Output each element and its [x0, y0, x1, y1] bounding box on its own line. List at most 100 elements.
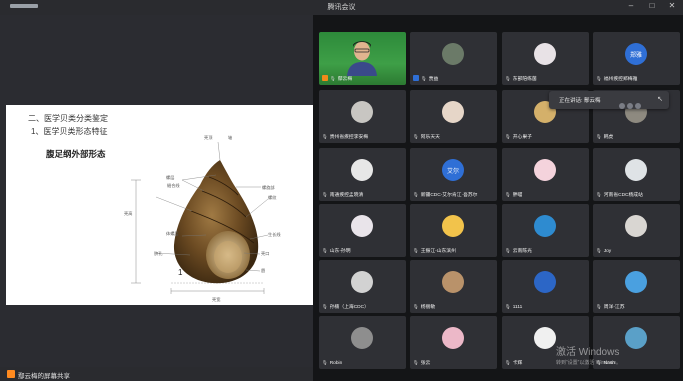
snail-shell-diagram: 壳顶 轴 螺层 缝合线 螺旋部 螺纹 壳高 体螺层 生长线 脐孔 壳口 唇 壳宽…: [124, 134, 281, 303]
participant-name: 🎙 河南省CDC杨成站: [596, 191, 643, 198]
participant-name-text: 南通疾控孟晓清: [329, 193, 364, 198]
participant-tile[interactable]: 艾尔 🎙 新疆CDC-艾尔肯江·吾苏尔: [410, 148, 497, 201]
avatar: [534, 215, 556, 237]
avatar: [534, 271, 556, 293]
mic-icon: 🎙: [322, 360, 328, 365]
participant-tile[interactable]: 🎙 王振江-山东滨州: [410, 204, 497, 257]
mic-icon: 🎙: [322, 134, 328, 139]
participant-name: 🎙 卡辉: [505, 359, 522, 366]
label-number: 1: [178, 268, 183, 277]
participant-tile[interactable]: 🎙 鄢云梅: [319, 32, 406, 85]
label-axis: 轴: [228, 134, 232, 141]
participant-tile[interactable]: 🎙 云南陈光: [502, 204, 589, 257]
label-shell-height: 壳高: [124, 210, 132, 217]
participant-tile[interactable]: 🎙 Robin: [319, 316, 406, 369]
avatar: [442, 101, 464, 123]
participant-tile[interactable]: 🎙 河南省CDC杨成站: [593, 148, 680, 201]
mic-icon: 🎙: [413, 192, 419, 197]
avatar: [625, 271, 647, 293]
participant-tile[interactable]: 🎙 1111: [502, 260, 589, 313]
participant-name: 🎙 Joy: [596, 248, 611, 254]
participant-name: 🎙 新疆CDC-艾尔肯江·吾苏尔: [413, 191, 477, 198]
avatar: 郑雅: [625, 43, 647, 65]
participant-tile[interactable]: 🎙 贾益: [410, 32, 497, 85]
watermark-line2: 转到“设置”以激活 Windows。: [556, 360, 622, 366]
speaking-avatars: [619, 96, 643, 114]
participant-tile[interactable]: 🎙 贵州省疾控李安梅: [319, 90, 406, 143]
mic-icon: 🎙: [505, 248, 511, 253]
participant-name: 🎙 贵州省疾控李安梅: [322, 133, 368, 140]
participant-tile[interactable]: 🎙 杨丽敏: [410, 260, 497, 313]
participant-name-text: 东部陪练菌: [512, 77, 537, 82]
mic-icon: 🎙: [322, 192, 328, 197]
participant-name-text: 贵州省疾控李安梅: [329, 135, 369, 140]
avatar: [351, 101, 373, 123]
participant-tile[interactable]: 🎙 周洋-江苏: [593, 260, 680, 313]
mic-icon: 🎙: [596, 134, 602, 139]
mic-icon: 🎙: [322, 304, 328, 309]
participant-name: 🎙 鄢云梅: [322, 75, 352, 82]
speaking-indicator: 正在讲话: 鄢云梅 ↖: [549, 91, 669, 109]
participant-tile[interactable]: 🎙 孙楠（上海CDC）: [319, 260, 406, 313]
participant-tile[interactable]: 🎙 张云: [410, 316, 497, 369]
participant-name: 🎙 王振江-山东滨州: [413, 247, 456, 254]
participant-name-text: 贾益: [428, 77, 439, 82]
avatar: [625, 327, 647, 349]
participant-tile[interactable]: 🎙 胖喵: [502, 148, 589, 201]
participant-name: 🎙 贾益: [413, 75, 438, 82]
close-button[interactable]: ✕: [665, 1, 679, 10]
participant-name-text: 张云: [420, 361, 431, 366]
mic-icon: 🎙: [330, 76, 336, 81]
presentation-slide: 二、医学贝类分类鉴定 1、医学贝类形态特征 腹足纲外部形态 壳顶 轴 螺层 缝合…: [6, 105, 313, 305]
participant-name-text: Robin: [329, 361, 343, 366]
shared-screen[interactable]: 二、医学贝类分类鉴定 1、医学贝类形态特征 腹足纲外部形态 壳顶 轴 螺层 缝合…: [0, 15, 313, 367]
participant-name: 🎙 东部陪练菌: [505, 75, 537, 82]
label-umbilicus: 脐孔: [154, 250, 163, 257]
share-icon: [7, 370, 15, 378]
participant-name: 🎙 胖喵: [505, 191, 522, 198]
mic-icon: 🎙: [596, 192, 602, 197]
participant-name-text: 杨丽敏: [420, 305, 436, 310]
participant-name: 🎙 开心果子: [505, 133, 532, 140]
participant-tile[interactable]: 🎙 阿乐天天: [410, 90, 497, 143]
participant-name-text: 孙楠（上海CDC）: [329, 305, 369, 310]
label-body-whorl: 体螺层: [166, 230, 179, 237]
mic-icon: 🎙: [596, 304, 602, 309]
mic-icon: 🎙: [505, 360, 511, 365]
participant-name-text: 周洋-江苏: [603, 305, 625, 310]
avatar: [351, 215, 373, 237]
avatar: [534, 327, 556, 349]
windows-activation-watermark: 激活 Windows 转到“设置”以激活 Windows。: [556, 343, 621, 366]
share-label: 鄢云梅的屏幕共享: [18, 373, 70, 380]
label-suture: 缝合线: [167, 182, 180, 189]
participant-tile[interactable]: 🎙 Joy: [593, 204, 680, 257]
minimize-button[interactable]: –: [624, 1, 638, 10]
mic-icon: 🎙: [413, 304, 419, 309]
participant-name: 🎙 南通疾控孟晓清: [322, 191, 363, 198]
title-bar: 腾讯会议 – □ ✕: [0, 0, 683, 15]
participant-name: 🎙 张云: [413, 359, 430, 366]
participant-tile[interactable]: 郑雅 🎙 福州疾控郑梅雅: [593, 32, 680, 85]
participant-name: 🎙 福州疾控郑梅雅: [596, 75, 637, 82]
avatar: [351, 271, 373, 293]
avatar: [442, 43, 464, 65]
label-spire: 螺旋部: [262, 184, 275, 191]
collapse-icon[interactable]: ↖: [657, 95, 663, 103]
screen-share-bar[interactable]: 鄢云梅的屏幕共享: [0, 367, 313, 381]
participant-tile[interactable]: 🎙 山东-孙明: [319, 204, 406, 257]
mic-icon: 🎙: [413, 360, 419, 365]
participant-name: 🎙 Robin: [322, 360, 342, 366]
mic-icon: 🎙: [413, 248, 419, 253]
mic-icon: 🎙: [596, 248, 602, 253]
participant-tile[interactable]: 🎙 南通疾控孟晓清: [319, 148, 406, 201]
participant-tile[interactable]: 🎙 东部陪练菌: [502, 32, 589, 85]
avatar: [351, 327, 373, 349]
maximize-button[interactable]: □: [645, 1, 659, 10]
participant-name: 🎙 1111: [505, 304, 522, 310]
label-lip: 唇: [261, 268, 266, 274]
participant-name-text: 1111: [512, 305, 523, 310]
participant-name: 🎙 阿乐天天: [413, 133, 440, 140]
participant-name-text: 福州疾控郑梅雅: [603, 77, 638, 82]
participant-name-text: 王振江-山东滨州: [420, 249, 456, 254]
video-grid: 🎙 鄢云梅 🎙 贾益 🎙 东部陪练菌 郑雅 🎙 福州疾控郑梅雅 🎙 贵州省疾控李安梅 🎙 阿乐天天 🎙 开心…: [313, 15, 683, 381]
